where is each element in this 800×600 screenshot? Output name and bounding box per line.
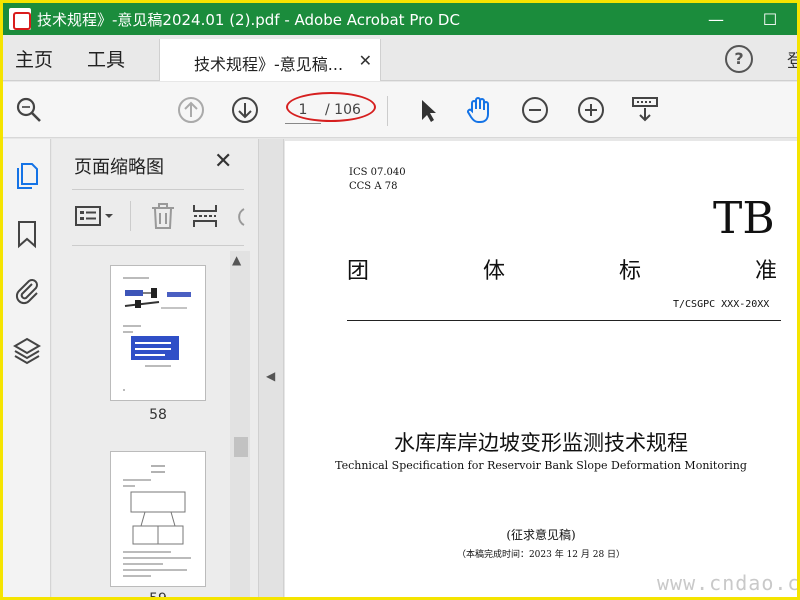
toolbar-divider [387,96,388,126]
page-thumbnail[interactable] [110,451,206,587]
document-page: ICS 07.040 CCS A 78 TB 团 体 标 准 T/CSGPC X… [285,141,797,597]
ics-code: ICS 07.040 [349,167,406,178]
standard-number: T/CSGPC XXX-20XX [673,299,770,310]
title-bar: 技术规程》-意见稿2024.01 (2).pdf - Adobe Acrobat… [3,3,797,35]
thumbnail-preview [123,277,191,391]
acrobat-window: 技术规程》-意见稿2024.01 (2).pdf - Adobe Acrobat… [3,3,797,597]
minimize-button[interactable]: — [693,3,739,35]
toolbar: 1 / 106 [3,82,797,138]
document-title-en: Technical Specification for Reservoir Ba… [335,459,747,472]
thumbnail-scrollbar[interactable]: ▲ [230,251,250,597]
hand-tool-icon[interactable] [463,94,495,126]
sign-in-link[interactable]: 登 [787,47,797,73]
scroll-mode-icon[interactable] [629,94,661,126]
layers-icon[interactable] [13,335,41,365]
left-navigation-rail [3,139,51,597]
heading-char: 准 [754,259,777,284]
panel-collapse-bar[interactable]: ◀ [258,139,284,597]
tab-document[interactable]: 技术规程》-意见稿... ✕ [159,39,381,81]
scrollbar-thumb[interactable] [234,437,248,457]
attachment-icon[interactable] [13,275,41,305]
close-panel-button[interactable]: ✕ [214,149,232,174]
acrobat-logo-icon [9,8,31,30]
thumbnail-options-icon[interactable] [74,201,116,231]
heading-char: 团 [347,259,370,284]
maximize-button[interactable]: ☐ [747,3,793,35]
panel-title: 页面缩略图 [74,157,164,178]
annotation-circle [286,92,376,122]
thumbnail-page-label: 59 [110,591,206,597]
bookmark-icon[interactable] [13,219,41,249]
select-arrow-icon[interactable] [411,94,443,126]
tab-tools[interactable]: 工具 [87,45,125,72]
heading-char: 标 [618,259,641,284]
search-icon[interactable] [13,94,45,126]
zoom-in-icon[interactable] [575,94,607,126]
panel-tool-divider [130,201,131,231]
close-tab-button[interactable]: ✕ [359,51,372,70]
ccs-code: CCS A 78 [349,181,398,192]
panel-divider [72,189,244,190]
previous-page-icon[interactable] [175,94,207,126]
tab-home[interactable]: 主页 [15,45,53,72]
next-page-icon[interactable] [229,94,261,126]
scroll-up-arrow-icon[interactable]: ▲ [232,253,241,267]
draft-note: (征求意见稿) [506,528,576,542]
site-watermark: www.cndao.com [657,571,797,595]
panel-divider [72,245,244,246]
collapse-arrow-icon[interactable]: ◀ [266,369,275,383]
page-thumbnails-icon[interactable] [13,161,41,191]
rotate-page-icon[interactable] [232,201,246,231]
page-thumbnail[interactable] [110,265,206,401]
thumbnail-page-label: 58 [149,407,167,423]
tab-bar: 主页 工具 技术规程》-意见稿... ✕ ? 登 [3,35,797,81]
standard-prefix: TB [713,193,775,244]
heading-char: 体 [482,259,505,284]
document-title-cn: 水库库岸边坡变形监测技术规程 [394,431,688,455]
completion-date: （本稿完成时间：2023 年 12 月 28 日） [456,550,626,560]
help-icon[interactable]: ? [725,45,753,73]
delete-page-icon[interactable] [148,201,178,231]
document-tab-label: 技术规程》-意见稿... [194,55,344,74]
group-standard-heading: 团 体 标 准 [347,253,777,285]
insert-page-icon[interactable] [190,201,220,231]
zoom-out-icon[interactable] [519,94,551,126]
window-title: 技术规程》-意见稿2024.01 (2).pdf - Adobe Acrobat… [37,10,460,29]
thumbnail-preview [123,465,191,577]
header-rule [347,320,781,321]
thumbnail-panel: 页面缩略图 ✕ 58 ▲ [52,139,258,597]
